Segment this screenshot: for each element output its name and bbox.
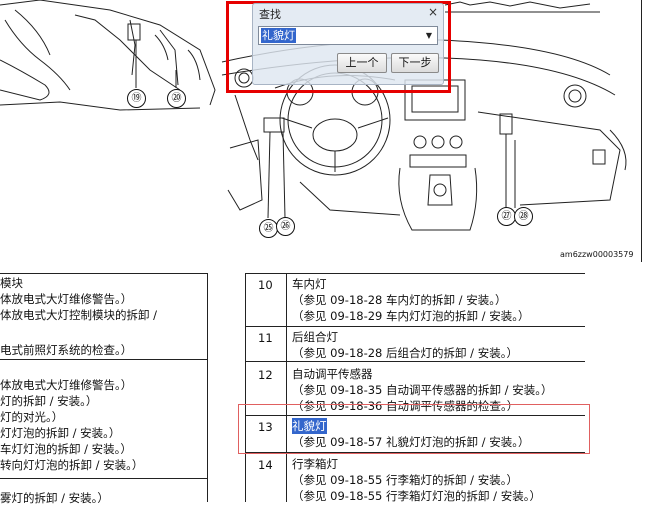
left-cell-line: 车灯灯泡的拆卸 / 安装。） [0, 442, 132, 456]
row-reference: （参见 09-18-35 自动调平传感器的拆卸 / 安装。） [292, 383, 553, 397]
callout-19: ⑲ [127, 89, 146, 108]
row-reference: （参见 09-18-29 车内灯灯泡的拆卸 / 安装。） [292, 309, 530, 323]
row-13-annotation-box [238, 404, 590, 454]
row-number: 12 [258, 368, 273, 382]
table-rule [0, 273, 208, 274]
left-cell-line: 电式前照灯系统的检查。） [0, 343, 133, 357]
row-number: 14 [258, 458, 273, 472]
table-rule [245, 273, 246, 502]
left-cell-line: 体放电式大灯维修警告。） [0, 378, 133, 392]
callout-25: ㉕ [259, 219, 278, 238]
table-rule [245, 361, 585, 362]
table-rule [0, 359, 208, 360]
row-title: 后组合灯 [292, 330, 338, 344]
left-cell-line: 灯的对光。） [0, 410, 64, 424]
callout-20: ⑳ [167, 89, 186, 108]
callout-26: ㉖ [276, 217, 295, 236]
row-title: 行李箱灯 [292, 457, 338, 471]
table-rule [0, 478, 208, 479]
table-rule [245, 326, 585, 327]
row-reference: （参见 09-18-28 后组合灯的拆卸 / 安装。） [292, 346, 518, 360]
table-rule [245, 273, 585, 274]
page-border-line [641, 0, 642, 262]
row-number: 11 [258, 331, 273, 345]
table-rule [286, 273, 287, 502]
find-previous-button[interactable]: 上一个 [337, 53, 387, 73]
left-cell-line: 转向灯灯泡的拆卸 / 安装。） [0, 458, 144, 472]
left-cell-line: 灯的拆卸 / 安装。） [0, 394, 98, 408]
row-reference: （参见 09-18-55 行李箱灯的拆卸 / 安装。） [292, 473, 518, 487]
find-dialog: 查找 × 礼貌灯 ▼ 上一个 下一步 [252, 3, 444, 85]
illustration-reference-code: am6zzw00003579 [560, 250, 634, 259]
find-next-button[interactable]: 下一步 [391, 53, 439, 73]
row-reference: （参见 09-18-28 车内灯的拆卸 / 安装。） [292, 293, 507, 307]
left-cell-line: 体放电式大灯控制模块的拆卸 / [0, 308, 158, 322]
find-search-input[interactable]: 礼貌灯 [261, 28, 296, 43]
row-number: 10 [258, 278, 273, 292]
row-title: 车内灯 [292, 277, 327, 291]
row-title: 自动调平传感器 [292, 367, 373, 381]
left-cell-line: 体放电式大灯维修警告。） [0, 292, 133, 306]
table-rule [207, 273, 208, 502]
close-icon[interactable]: × [428, 5, 438, 19]
left-cell-line: 模块 [0, 276, 23, 290]
chevron-down-icon[interactable]: ▼ [421, 27, 437, 44]
find-dialog-title: 查找 [259, 8, 281, 21]
left-cell-line: 灯灯泡的拆卸 / 安装。） [0, 426, 121, 440]
left-cell-line: 雾灯的拆卸 / 安装。） [0, 491, 109, 505]
callout-28: ㉘ [514, 207, 533, 226]
find-search-combobox[interactable]: 礼貌灯 ▼ [258, 26, 438, 45]
